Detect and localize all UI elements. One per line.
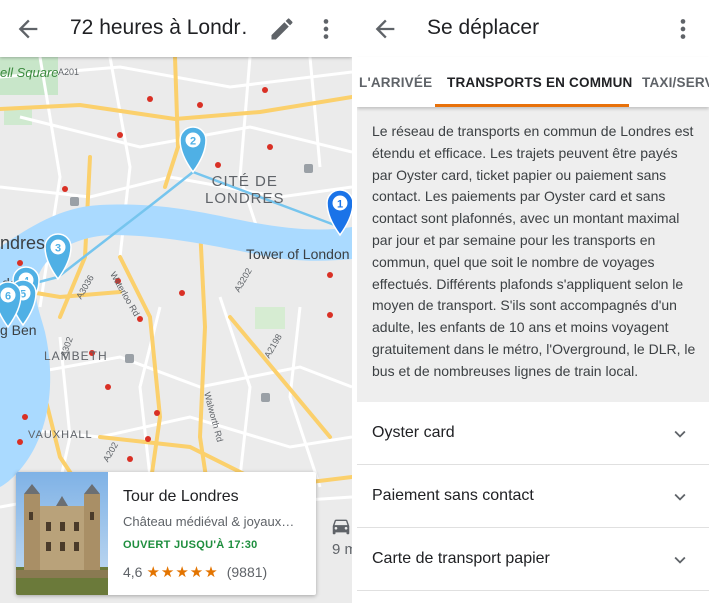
place-name: Tour de Londres: [123, 488, 239, 505]
description-text: Le réseau de transports en commun de Lon…: [372, 123, 696, 379]
place-photo: [16, 472, 108, 595]
car-icon[interactable]: [330, 515, 352, 537]
accordion-contactless[interactable]: Paiement sans contact: [357, 465, 709, 528]
review-count: (9881): [226, 564, 268, 580]
more-vert-icon[interactable]: [312, 15, 340, 43]
place-card[interactable]: Tour de Londres Château médiéval & joyau…: [16, 472, 316, 595]
accordion-label: Oyster card: [372, 424, 455, 441]
trip-title: 72 heures à Londr…: [70, 16, 250, 39]
tab-arrivee[interactable]: L'ARRIVÉE: [359, 75, 432, 90]
more-vert-icon[interactable]: [669, 15, 697, 43]
map-label-eye: de: [2, 275, 18, 291]
map-label-city: CITÉ DE LONDRES: [205, 173, 285, 207]
accordion-paper-ticket[interactable]: Carte de transport papier: [357, 528, 709, 591]
map-panel: 72 heures à Londr… ell Square CITÉ DE LO…: [0, 0, 352, 603]
rating-value: 4,6: [123, 564, 143, 580]
back-arrow-icon[interactable]: [14, 15, 42, 43]
star-rating-icon: ★★★★★: [146, 564, 219, 581]
transport-description: Le réseau de transports en commun de Lon…: [357, 107, 709, 402]
map-label-londres: ndres: [0, 233, 46, 253]
map-label-tower: Tower of London: [246, 246, 350, 262]
travel-time: 9 m: [332, 541, 352, 558]
tab-transports-en-commun[interactable]: TRANSPORTS EN COMMUN: [447, 75, 633, 90]
active-tab-indicator: [435, 104, 629, 107]
accordion-oyster-card[interactable]: Oyster card: [357, 402, 709, 465]
road-label: A201: [58, 67, 80, 77]
chevron-down-icon[interactable]: [669, 486, 691, 508]
chevron-down-icon[interactable]: [669, 549, 691, 571]
guide-app-bar: Se déplacer: [357, 0, 709, 57]
transport-tabs: L'ARRIVÉE TRANSPORTS EN COMMUN TAXI/SERV: [357, 57, 709, 107]
chevron-down-icon[interactable]: [669, 423, 691, 445]
rating-row: 4,6 ★★★★★ (9881): [123, 563, 267, 581]
map-label-vauxhall: VAUXHALL: [28, 429, 93, 441]
getting-around-panel: Se déplacer L'ARRIVÉE TRANSPORTS EN COMM…: [357, 0, 709, 603]
map-app-bar: 72 heures à Londr…: [0, 0, 352, 57]
edit-pencil-icon[interactable]: [268, 15, 296, 43]
accordion-label: Paiement sans contact: [372, 487, 534, 504]
map-label-lambeth: LAMBETH: [44, 349, 108, 363]
back-arrow-icon[interactable]: [371, 15, 399, 43]
map-label-big-ben: g Ben: [0, 322, 37, 338]
place-type: Château médiéval & joyaux…: [123, 514, 295, 529]
page-title: Se déplacer: [427, 16, 540, 39]
accordion-label: Carte de transport papier: [372, 550, 550, 567]
opening-hours: OUVERT JUSQU'À 17:30: [123, 539, 258, 551]
tab-taxi[interactable]: TAXI/SERV: [642, 75, 709, 90]
park-area: [255, 307, 285, 329]
map-label-park: ell Square: [0, 65, 59, 80]
